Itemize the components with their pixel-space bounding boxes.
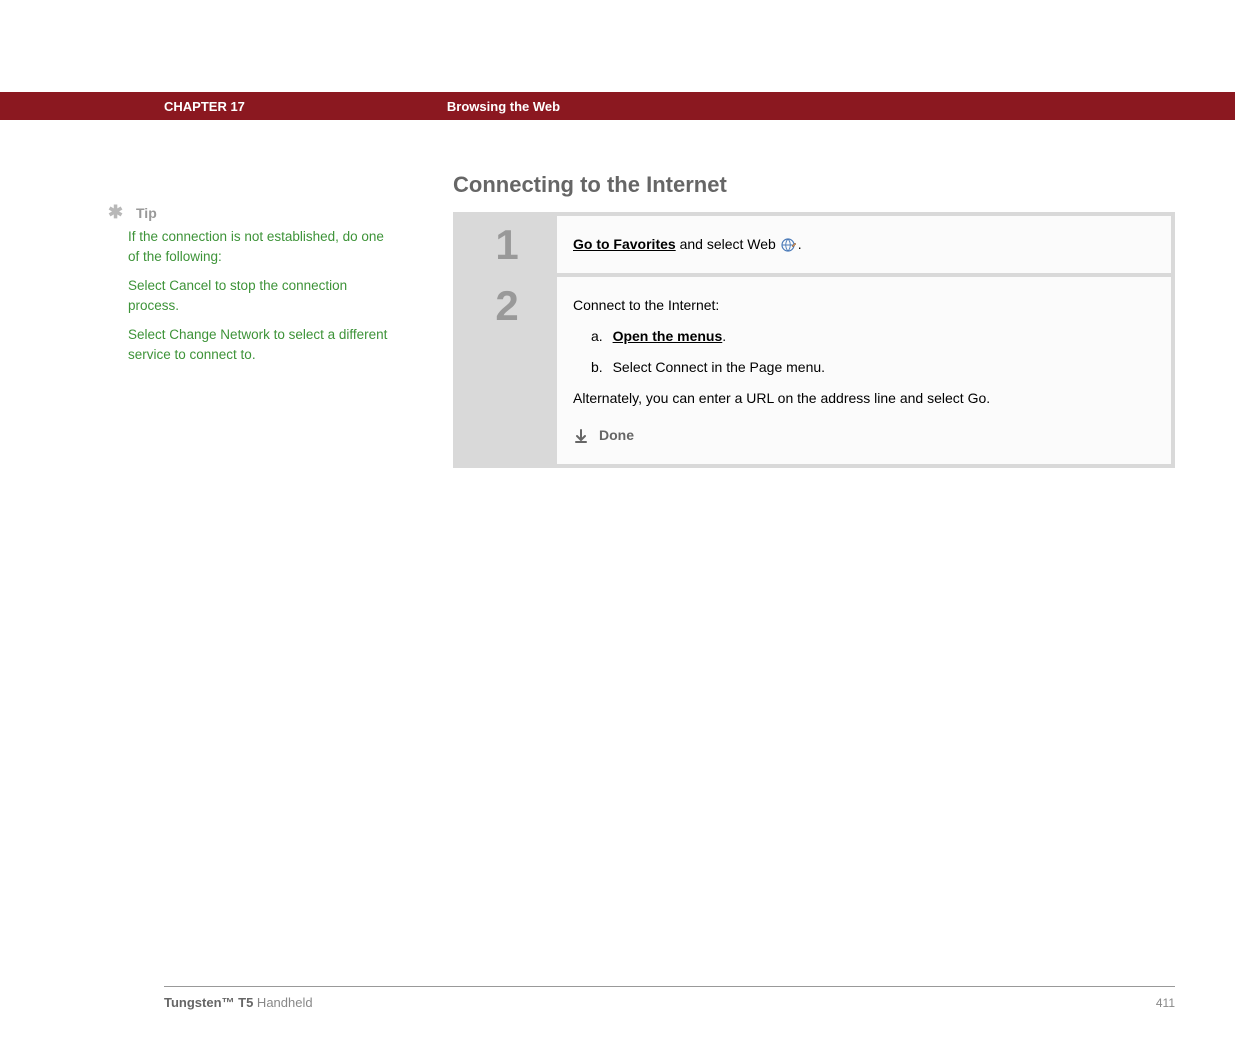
sub-letter-b: b.: [591, 359, 603, 375]
page-number: 411: [1156, 996, 1175, 1010]
step-number-1: 1: [495, 224, 518, 266]
tip-sidebar: ✱ Tip If the connection is not establish…: [128, 172, 425, 468]
tip-option-1: Select Cancel to stop the connection pro…: [128, 276, 397, 315]
sub-list: a. Open the menus. b. Select Connect in …: [573, 326, 1151, 378]
step-number-cell: 1: [457, 216, 557, 273]
tip-intro-text: If the connection is not established, do…: [128, 227, 397, 266]
tip-label: Tip: [136, 205, 157, 221]
tip-option-2: Select Change Network to select a differ…: [128, 325, 397, 364]
chapter-title: Browsing the Web: [447, 99, 560, 114]
step-number-2: 2: [495, 285, 518, 327]
step-body-2: Connect to the Internet: a. Open the men…: [557, 277, 1171, 464]
go-to-favorites-link[interactable]: Go to Favorites: [573, 236, 676, 252]
asterisk-icon: ✱: [108, 202, 128, 223]
step-2-intro: Connect to the Internet:: [573, 295, 1151, 316]
sub-a-period: .: [722, 328, 726, 344]
product-name-rest: Handheld: [253, 995, 312, 1010]
web-globe-icon: [780, 237, 798, 253]
step-row: 2 Connect to the Internet: a. Open the m…: [457, 277, 1171, 464]
section-title: Connecting to the Internet: [453, 172, 1175, 198]
footer-product: Tungsten™ T5 Handheld: [164, 995, 313, 1010]
step-row: 1 Go to Favorites and select Web .: [457, 216, 1171, 273]
sub-letter-a: a.: [591, 328, 603, 344]
step-number-cell: 2: [457, 277, 557, 464]
alternate-text: Alternately, you can enter a URL on the …: [573, 388, 1151, 409]
step-body-1: Go to Favorites and select Web .: [557, 216, 1171, 273]
main-content: Connecting to the Internet 1 Go to Favor…: [425, 172, 1235, 468]
content-area: ✱ Tip If the connection is not establish…: [0, 172, 1235, 468]
sub-item-b: b. Select Connect in the Page menu.: [591, 357, 1151, 378]
chapter-header-bar: CHAPTER 17 Browsing the Web: [0, 92, 1235, 120]
product-name-bold: Tungsten™ T5: [164, 995, 253, 1010]
done-arrow-icon: [573, 428, 589, 444]
step-1-text: and select Web: [676, 236, 780, 252]
step-1-period: .: [798, 236, 802, 252]
tip-header: ✱ Tip: [128, 202, 397, 223]
steps-container: 1 Go to Favorites and select Web . 2 Con…: [453, 212, 1175, 468]
sub-item-a: a. Open the menus.: [591, 326, 1151, 347]
sub-b-text: Select Connect in the Page menu.: [613, 359, 825, 375]
done-row: Done: [573, 425, 1151, 446]
open-menus-link[interactable]: Open the menus: [613, 328, 723, 344]
page-footer: Tungsten™ T5 Handheld 411: [164, 986, 1175, 1010]
chapter-label: CHAPTER 17: [164, 99, 245, 114]
done-label: Done: [599, 425, 634, 446]
